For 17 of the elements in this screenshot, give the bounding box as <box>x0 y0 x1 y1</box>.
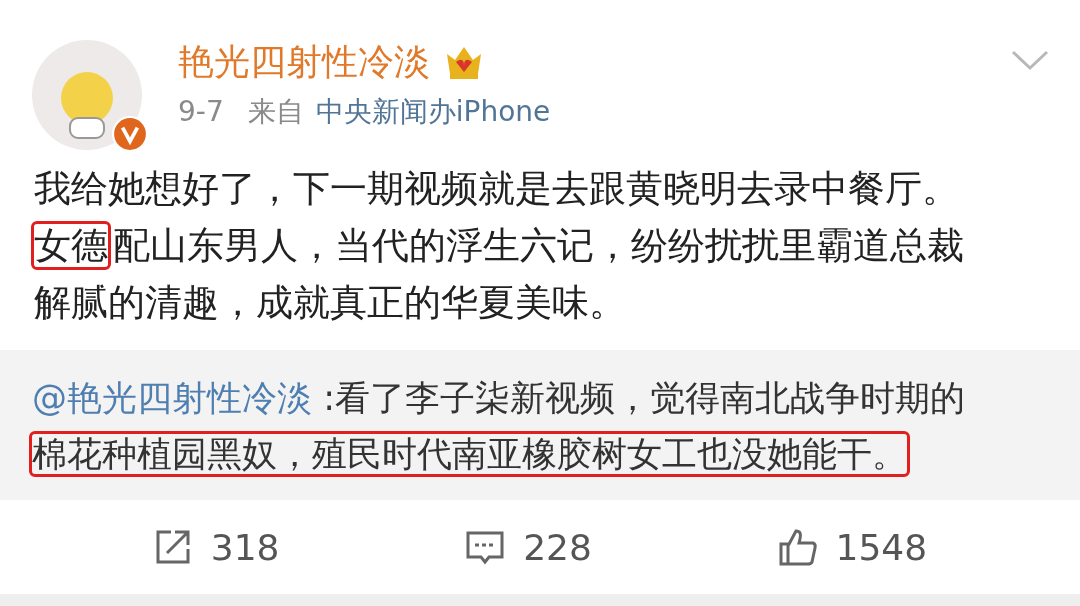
post-text: 我给她想好了，下一期视频就是去跟黄晓明去录中餐厅。 <box>34 167 959 210</box>
highlighted-text: 棉花种植园黑奴，殖民时代南亚橡胶树女工也没她能干。 <box>32 434 907 474</box>
post-date: 9-7 <box>178 94 224 130</box>
chevron-down-icon[interactable] <box>1010 48 1050 72</box>
post-text: :看了李子柒新视频，觉得南北战争时期的 <box>322 378 965 418</box>
thumbs-up-icon <box>777 527 818 567</box>
highlighted-text: 女德 <box>34 224 108 267</box>
post-text: 配山东男人，当代的浮生六记，纷纷扰扰里霸道总裁 <box>113 224 964 267</box>
repost-button[interactable]: 318 <box>152 526 280 568</box>
like-button[interactable]: 1548 <box>777 526 928 568</box>
avatar[interactable] <box>32 40 142 150</box>
comment-button[interactable]: 228 <box>465 526 592 568</box>
post-text: 解腻的清趣，成就真正的华夏美味。 <box>34 281 626 324</box>
repost-panel[interactable]: @艳光四射性冷淡 :看了李子柒新视频，觉得南北战争时期的 棉花种植园黑奴，殖民时代南亚橡胶树女工也没她能干。 <box>0 350 1080 500</box>
source-link[interactable]: 中央新闻办iPhone <box>315 94 551 130</box>
mention-link[interactable]: @艳光四射性冷淡 <box>32 378 312 418</box>
source-label: 来自 <box>247 94 304 130</box>
